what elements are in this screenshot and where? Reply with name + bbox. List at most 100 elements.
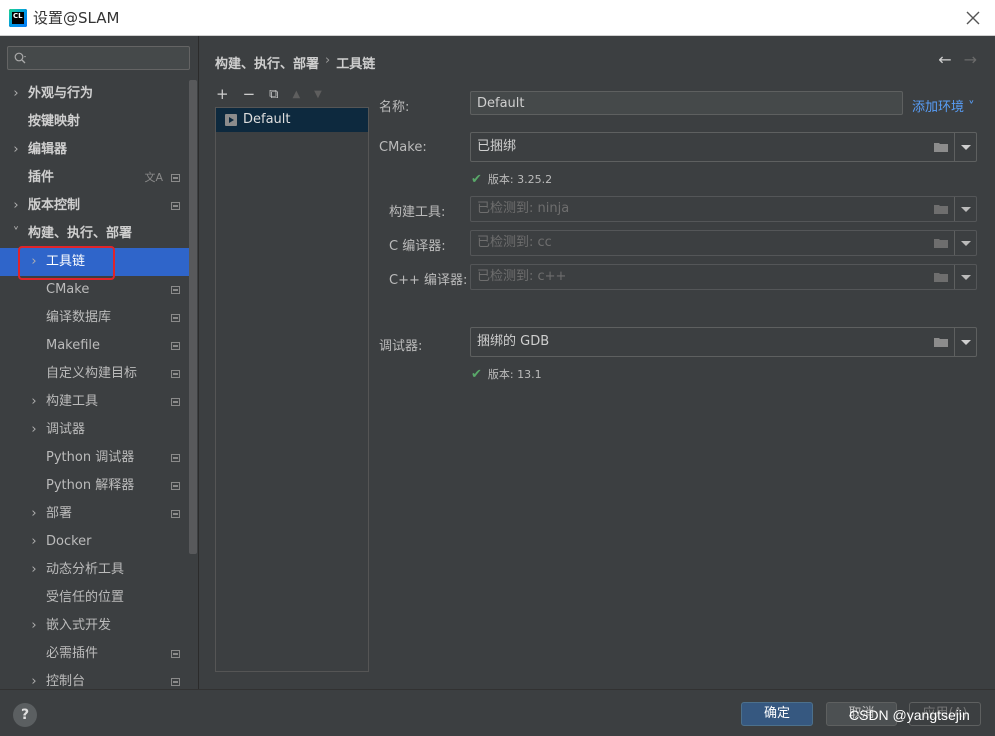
sidebar-item[interactable]: › 调试器 <box>0 416 189 444</box>
move-up-button[interactable]: ▲ <box>292 89 300 100</box>
chevron-right-icon[interactable]: › <box>28 556 40 584</box>
chevron-down-icon[interactable] <box>954 231 976 255</box>
main-panel: 构建、执行、部署 › 工具链 ← → + − ⧉ ▲ ▼ Default 名称:… <box>200 36 995 689</box>
chevron-down-icon[interactable] <box>954 265 976 289</box>
chevron-right-icon[interactable]: › <box>10 80 22 108</box>
sidebar-item-label: 必需插件 <box>46 646 99 661</box>
close-icon[interactable] <box>963 8 983 28</box>
chevron-right-icon[interactable]: › <box>28 612 40 640</box>
sidebar-item-label: CMake <box>46 282 90 297</box>
translate-icon: 文A <box>144 171 163 184</box>
build-tool-label: 构建工具: <box>389 205 446 220</box>
sidebar-item[interactable]: › 版本控制 <box>0 192 189 220</box>
project-scope-icon <box>171 454 180 462</box>
help-button[interactable]: ? <box>13 703 37 727</box>
dialog-footer: ? 确定 取消 应用(A) CSDN @yangtsejin <box>0 689 995 736</box>
project-scope-icon <box>171 398 180 406</box>
toolchain-item[interactable]: Default <box>216 108 368 132</box>
back-arrow-icon[interactable]: ← <box>938 50 951 69</box>
sidebar-item[interactable]: 必需插件 <box>0 640 189 668</box>
debugger-value: 捆绑的 GDB <box>477 334 550 349</box>
sidebar-item[interactable]: 插件 文A <box>0 164 189 192</box>
sidebar-item[interactable]: › 嵌入式开发 <box>0 612 189 640</box>
sidebar-item-label: 嵌入式开发 <box>46 618 112 633</box>
breadcrumb-parent[interactable]: 构建、执行、部署 <box>215 53 319 72</box>
folder-icon[interactable] <box>934 142 948 152</box>
cmake-value: 已捆绑 <box>477 139 517 154</box>
sidebar-item[interactable]: 自定义构建目标 <box>0 360 189 388</box>
sidebar-item-label: 部署 <box>46 506 73 521</box>
chevron-down-icon[interactable] <box>954 133 976 161</box>
sidebar-item-label: 版本控制 <box>28 198 81 213</box>
toolchain-item-label: Default <box>243 112 291 127</box>
sidebar-scrollbar[interactable] <box>189 80 197 554</box>
chevron-right-icon[interactable]: › <box>28 528 40 556</box>
sidebar-item[interactable]: ˅ 构建、执行、部署 <box>0 220 189 248</box>
c-compiler-value: 已检测到: cc <box>477 235 552 250</box>
name-field[interactable]: Default <box>470 91 903 115</box>
sidebar-item[interactable]: › 部署 <box>0 500 189 528</box>
sidebar-item[interactable]: CMake <box>0 276 189 304</box>
chevron-right-icon[interactable]: › <box>28 388 40 416</box>
debugger-version: ✔ 版本: 13.1 <box>471 366 542 382</box>
sidebar-item[interactable]: 按键映射 <box>0 108 189 136</box>
toolchain-list-toolbar: + − ⧉ ▲ ▼ <box>216 84 322 104</box>
project-scope-icon <box>171 286 180 294</box>
project-scope-icon <box>171 510 180 518</box>
folder-icon[interactable] <box>934 272 948 282</box>
chevron-down-icon[interactable] <box>954 328 976 356</box>
sidebar-item[interactable]: Python 调试器 <box>0 444 189 472</box>
sidebar-item[interactable]: 编译数据库 <box>0 304 189 332</box>
folder-icon[interactable] <box>934 337 948 347</box>
chevron-right-icon[interactable]: › <box>10 136 22 164</box>
folder-icon[interactable] <box>934 204 948 214</box>
sidebar-item[interactable]: Python 解释器 <box>0 472 189 500</box>
project-scope-icon <box>171 314 180 322</box>
build-tool-combo[interactable]: 已检测到: ninja <box>470 196 977 222</box>
chevron-right-icon[interactable]: › <box>28 416 40 444</box>
ok-button[interactable]: 确定 <box>741 702 813 726</box>
sidebar-item[interactable]: › 编辑器 <box>0 136 189 164</box>
sidebar-item-label: 构建工具 <box>46 394 99 409</box>
project-scope-icon <box>171 342 180 350</box>
debugger-combo[interactable]: 捆绑的 GDB <box>470 327 977 357</box>
c-compiler-combo[interactable]: 已检测到: cc <box>470 230 977 256</box>
cpp-compiler-combo[interactable]: 已检测到: c++ <box>470 264 977 290</box>
window-title: 设置@SLAM <box>33 9 120 27</box>
name-label: 名称: <box>379 100 410 115</box>
remove-toolchain-button[interactable]: − <box>243 85 256 103</box>
chevron-down-icon[interactable]: ˅ <box>10 220 22 248</box>
sidebar-item-label: Python 解释器 <box>46 478 135 493</box>
clion-app-icon: CL <box>9 8 27 27</box>
cpp-compiler-label: C++ 编译器: <box>389 273 468 288</box>
sidebar-item-label: 动态分析工具 <box>46 562 125 577</box>
chevron-right-icon[interactable]: › <box>10 192 22 220</box>
folder-icon[interactable] <box>934 238 948 248</box>
sidebar-item[interactable]: › 动态分析工具 <box>0 556 189 584</box>
chevron-down-icon[interactable] <box>954 197 976 221</box>
project-scope-icon <box>171 650 180 658</box>
sidebar-item[interactable]: Makefile <box>0 332 189 360</box>
c-compiler-label: C 编译器: <box>389 239 446 254</box>
cmake-combo[interactable]: 已捆绑 <box>470 132 977 162</box>
copy-toolchain-button[interactable]: ⧉ <box>269 87 278 102</box>
debugger-label: 调试器: <box>379 339 423 354</box>
move-down-button[interactable]: ▼ <box>314 89 322 100</box>
sidebar-item-label: 自定义构建目标 <box>46 366 138 381</box>
settings-search-input[interactable] <box>7 46 190 70</box>
project-scope-icon <box>171 482 180 490</box>
add-environment-link[interactable]: 添加环境 ˅ <box>912 96 975 115</box>
build-tool-value: 已检测到: ninja <box>477 201 570 216</box>
add-toolchain-button[interactable]: + <box>216 85 229 103</box>
sidebar-item[interactable]: › 外观与行为 <box>0 80 189 108</box>
toolchain-icon <box>225 114 237 126</box>
sidebar-item[interactable]: › 构建工具 <box>0 388 189 416</box>
forward-arrow-icon[interactable]: → <box>964 50 977 69</box>
project-scope-icon <box>171 678 180 686</box>
check-icon: ✔ <box>471 171 482 187</box>
title-bar: CL 设置@SLAM <box>0 0 995 36</box>
project-scope-icon <box>171 202 180 210</box>
chevron-right-icon[interactable]: › <box>28 500 40 528</box>
sidebar-item[interactable]: 受信任的位置 <box>0 584 189 612</box>
sidebar-item[interactable]: › Docker <box>0 528 189 556</box>
